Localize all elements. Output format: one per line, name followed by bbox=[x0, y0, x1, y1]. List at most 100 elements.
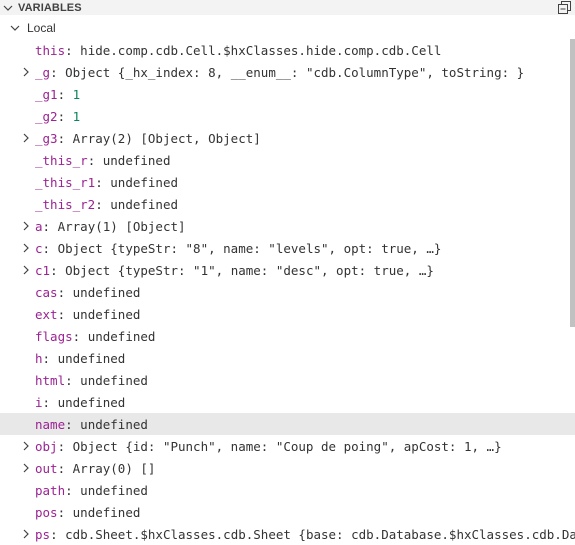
chevron-right-icon[interactable] bbox=[19, 61, 33, 83]
variable-text: _this_r1: undefined bbox=[35, 174, 179, 190]
variable-list: this: hide.comp.cdb.Cell.$hxClasses.hide… bbox=[0, 39, 575, 545]
variable-row[interactable]: cas: undefined bbox=[0, 281, 575, 303]
variable-row[interactable]: i: undefined bbox=[0, 391, 575, 413]
variable-name: _g1 bbox=[35, 86, 58, 102]
variable-row[interactable]: _this_r2: undefined bbox=[0, 193, 575, 215]
twistie-spacer bbox=[19, 149, 33, 171]
variable-value: undefined bbox=[72, 284, 141, 300]
collapse-all-icon[interactable] bbox=[557, 0, 571, 14]
variable-row[interactable]: _g1: 1 bbox=[0, 83, 575, 105]
variable-value: undefined bbox=[80, 416, 148, 432]
variable-row[interactable]: c1: Object {typeStr: "1", name: "desc", … bbox=[0, 259, 575, 281]
variable-name: i bbox=[35, 394, 43, 410]
variable-row[interactable]: html: undefined bbox=[0, 369, 575, 391]
variable-value: undefined bbox=[110, 174, 179, 190]
variable-name: cas bbox=[35, 284, 58, 300]
variable-row[interactable]: flags: undefined bbox=[0, 325, 575, 347]
chevron-down-icon[interactable] bbox=[1, 0, 15, 15]
variable-text: out: Array(0) [] bbox=[35, 460, 156, 476]
variable-name: this bbox=[35, 42, 66, 58]
variable-value: 1 bbox=[72, 108, 81, 124]
variable-value: Array(2) [Object, Object] bbox=[72, 130, 261, 146]
variable-name: html bbox=[35, 372, 66, 388]
vertical-scrollbar[interactable] bbox=[570, 39, 575, 327]
variable-text: _g: Object {_hx_index: 8, __enum__: "cdb… bbox=[35, 64, 525, 80]
variable-row[interactable]: obj: Object {id: "Punch", name: "Coup de… bbox=[0, 435, 575, 457]
chevron-right-icon[interactable] bbox=[19, 523, 33, 545]
variable-value: undefined bbox=[80, 482, 148, 498]
variable-name: _g bbox=[35, 64, 51, 80]
twistie-spacer bbox=[19, 501, 33, 523]
variable-text: c1: Object {typeStr: "1", name: "desc", … bbox=[35, 262, 434, 278]
variable-value: Object {typeStr: "1", name: "desc", opt:… bbox=[65, 262, 434, 278]
variable-row[interactable]: out: Array(0) [] bbox=[0, 457, 575, 479]
variable-text: obj: Object {id: "Punch", name: "Coup de… bbox=[35, 438, 502, 454]
variable-text: _g1: 1 bbox=[35, 86, 81, 102]
variable-name: path bbox=[35, 482, 66, 498]
variable-text: html: undefined bbox=[35, 372, 148, 388]
twistie-spacer bbox=[19, 193, 33, 215]
twistie-spacer bbox=[19, 303, 33, 325]
variable-row[interactable]: name: undefined bbox=[0, 413, 575, 435]
variables-panel-header[interactable]: VARIABLES bbox=[0, 0, 575, 15]
chevron-right-icon[interactable] bbox=[19, 259, 33, 281]
variable-text: _g3: Array(2) [Object, Object] bbox=[35, 130, 261, 146]
variable-value: undefined bbox=[72, 306, 141, 322]
variable-row[interactable]: ext: undefined bbox=[0, 303, 575, 325]
scope-local[interactable]: Local bbox=[0, 17, 575, 39]
variable-row[interactable]: _this_r: undefined bbox=[0, 149, 575, 171]
variable-row[interactable]: _g2: 1 bbox=[0, 105, 575, 127]
variable-text: _this_r2: undefined bbox=[35, 196, 179, 212]
variable-row[interactable]: a: Array(1) [Object] bbox=[0, 215, 575, 237]
variable-name: out bbox=[35, 460, 58, 476]
variable-row[interactable]: ps: cdb.Sheet.$hxClasses.cdb.Sheet {base… bbox=[0, 523, 575, 545]
variable-text: path: undefined bbox=[35, 482, 148, 498]
twistie-spacer bbox=[19, 347, 33, 369]
variable-name: c bbox=[35, 240, 43, 256]
variable-value: undefined bbox=[57, 350, 126, 366]
variable-row[interactable]: h: undefined bbox=[0, 347, 575, 369]
variable-text: pos: undefined bbox=[35, 504, 141, 520]
variable-value: cdb.Sheet.$hxClasses.cdb.Sheet {base: cd… bbox=[65, 526, 575, 542]
variable-name: name bbox=[35, 416, 66, 432]
chevron-right-icon[interactable] bbox=[19, 127, 33, 149]
variable-row[interactable]: _g: Object {_hx_index: 8, __enum__: "cdb… bbox=[0, 61, 575, 83]
twistie-spacer bbox=[19, 479, 33, 501]
variable-name: _g2 bbox=[35, 108, 58, 124]
variable-value: 1 bbox=[72, 86, 81, 102]
variable-value: undefined bbox=[87, 328, 156, 344]
variable-row[interactable]: c: Object {typeStr: "8", name: "levels",… bbox=[0, 237, 575, 259]
chevron-down-icon[interactable] bbox=[8, 17, 22, 39]
twistie-spacer bbox=[19, 369, 33, 391]
variable-text: name: undefined bbox=[35, 416, 148, 432]
twistie-spacer bbox=[19, 413, 33, 435]
variable-text: ext: undefined bbox=[35, 306, 141, 322]
chevron-right-icon[interactable] bbox=[19, 237, 33, 259]
variable-row[interactable]: _g3: Array(2) [Object, Object] bbox=[0, 127, 575, 149]
variable-row[interactable]: this: hide.comp.cdb.Cell.$hxClasses.hide… bbox=[0, 39, 575, 61]
twistie-spacer bbox=[19, 39, 33, 61]
variable-text: c: Object {typeStr: "8", name: "levels",… bbox=[35, 240, 442, 256]
chevron-right-icon[interactable] bbox=[19, 435, 33, 457]
variable-name: pos bbox=[35, 504, 58, 520]
variable-name: flags bbox=[35, 328, 73, 344]
variable-value: undefined bbox=[110, 196, 179, 212]
variable-row[interactable]: pos: undefined bbox=[0, 501, 575, 523]
twistie-spacer bbox=[19, 83, 33, 105]
variable-row[interactable]: path: undefined bbox=[0, 479, 575, 501]
variable-value: Object {_hx_index: 8, __enum__: "cdb.Col… bbox=[65, 64, 525, 80]
variable-text: cas: undefined bbox=[35, 284, 141, 300]
variable-name: a bbox=[35, 218, 43, 234]
variable-name: ext bbox=[35, 306, 58, 322]
variable-value: undefined bbox=[80, 372, 148, 388]
chevron-right-icon[interactable] bbox=[19, 457, 33, 479]
variable-text: this: hide.comp.cdb.Cell.$hxClasses.hide… bbox=[35, 42, 442, 58]
variable-text: ps: cdb.Sheet.$hxClasses.cdb.Sheet {base… bbox=[35, 527, 575, 542]
variable-text: h: undefined bbox=[35, 350, 126, 366]
variable-name: _g3 bbox=[35, 130, 58, 146]
variable-row[interactable]: _this_r1: undefined bbox=[0, 171, 575, 193]
twistie-spacer bbox=[19, 105, 33, 127]
panel-title: VARIABLES bbox=[18, 1, 82, 14]
variable-name: _this_r2 bbox=[35, 196, 96, 212]
chevron-right-icon[interactable] bbox=[19, 215, 33, 237]
